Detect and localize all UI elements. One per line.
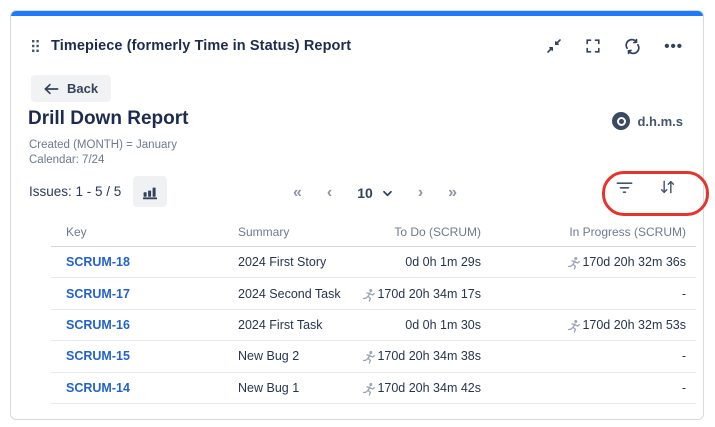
running-icon — [361, 288, 375, 302]
issue-key-link[interactable]: SCRUM-15 — [66, 349, 130, 363]
duration-format-indicator: d.h.m.s — [612, 112, 683, 130]
inprogress-duration: - — [682, 349, 686, 363]
chevron-down-icon — [382, 190, 393, 197]
table-row: SCRUM-17 2024 Second Task 170d 20h 34m 1… — [51, 278, 696, 309]
table-row: SCRUM-14 New Bug 1 170d 20h 34m 42s - — [51, 373, 696, 404]
page-size-select[interactable]: 10 — [351, 183, 399, 203]
table-row: SCRUM-18 2024 First Story 0d 0h 1m 29s 1… — [51, 247, 696, 278]
report-filter-line: Created (MONTH) = January — [29, 139, 177, 151]
more-options-button[interactable]: ••• — [664, 39, 683, 54]
page-title: Drill Down Report — [28, 108, 188, 130]
report-calendar-line: Calendar: 7/24 — [29, 154, 104, 166]
back-button-label: Back — [67, 81, 98, 96]
chart-view-button[interactable] — [133, 176, 167, 207]
running-icon — [566, 256, 580, 270]
drag-handle-icon[interactable] — [31, 39, 40, 53]
inprogress-duration: 170d 20h 32m 36s — [582, 255, 686, 269]
column-header-todo[interactable]: To Do (SCRUM) — [351, 225, 481, 239]
table-controls-row: Issues: 1 - 5 / 5 « ‹ 10 — [11, 174, 703, 212]
table-row: SCRUM-15 New Bug 2 170d 20h 34m 38s - — [51, 341, 696, 372]
refresh-icon — [624, 38, 641, 55]
running-icon — [361, 382, 375, 396]
filter-button[interactable] — [615, 178, 634, 196]
running-icon — [566, 319, 580, 333]
running-icon — [361, 350, 375, 364]
pagination-prev-button[interactable]: ‹ — [321, 182, 338, 204]
fullscreen-button[interactable] — [585, 38, 601, 54]
pagination: « ‹ 10 › » — [287, 174, 463, 212]
pagination-first-button[interactable]: « — [287, 182, 308, 204]
gadget-accent-bar — [11, 11, 703, 16]
issue-key-link[interactable]: SCRUM-16 — [66, 318, 130, 332]
issue-summary: New Bug 1 — [238, 381, 351, 395]
eye-icon — [612, 112, 630, 130]
column-header-inprogress[interactable]: In Progress (SCRUM) — [481, 225, 696, 239]
issue-summary: 2024 First Story — [238, 255, 351, 269]
pagination-last-button[interactable]: » — [442, 182, 463, 204]
table-row: SCRUM-16 2024 First Task 0d 0h 1m 30s 17… — [51, 310, 696, 341]
refresh-button[interactable] — [624, 38, 641, 55]
collapse-button[interactable] — [546, 38, 562, 54]
gadget-header: Timepiece (formerly Time in Status) Repo… — [31, 34, 683, 58]
todo-duration: 0d 0h 1m 29s — [405, 255, 481, 269]
sort-icon — [658, 178, 677, 196]
arrow-left-icon — [44, 83, 59, 95]
issue-key-link[interactable]: SCRUM-18 — [66, 255, 130, 269]
inprogress-duration: 170d 20h 32m 53s — [582, 318, 686, 332]
issue-key-link[interactable]: SCRUM-17 — [66, 287, 130, 301]
issue-summary: 2024 First Task — [238, 318, 351, 332]
inprogress-duration: - — [682, 287, 686, 301]
todo-duration: 170d 20h 34m 42s — [377, 381, 481, 395]
pagination-next-button[interactable]: › — [412, 182, 429, 204]
column-header-summary[interactable]: Summary — [238, 225, 351, 239]
page-size-value: 10 — [357, 185, 373, 201]
back-button[interactable]: Back — [31, 75, 111, 102]
gadget-header-actions: ••• — [546, 38, 683, 55]
dashboard-screen: Timepiece (formerly Time in Status) Repo… — [0, 0, 715, 427]
gadget-card: Timepiece (formerly Time in Status) Repo… — [10, 10, 704, 420]
drag-dots-icon — [31, 39, 40, 53]
sort-button[interactable] — [658, 178, 677, 196]
issues-count-label: Issues: 1 - 5 / 5 — [29, 184, 121, 199]
issues-table: Key Summary To Do (SCRUM) In Progress (S… — [51, 217, 696, 404]
column-header-key[interactable]: Key — [51, 225, 238, 239]
todo-duration: 170d 20h 34m 17s — [377, 287, 481, 301]
collapse-icon — [546, 38, 562, 54]
more-icon: ••• — [664, 39, 683, 54]
filter-icon — [615, 178, 634, 196]
issue-summary: 2024 Second Task — [238, 287, 351, 301]
todo-duration: 170d 20h 34m 38s — [377, 349, 481, 363]
table-header-row: Key Summary To Do (SCRUM) In Progress (S… — [51, 217, 696, 247]
fullscreen-icon — [585, 38, 601, 54]
issue-key-link[interactable]: SCRUM-14 — [66, 381, 130, 395]
issue-summary: New Bug 2 — [238, 349, 351, 363]
inprogress-duration: - — [682, 381, 686, 395]
duration-format-label: d.h.m.s — [637, 114, 683, 129]
gadget-title: Timepiece (formerly Time in Status) Repo… — [51, 38, 351, 54]
table-tools — [615, 178, 677, 196]
todo-duration: 0d 0h 1m 30s — [405, 318, 481, 332]
bar-chart-icon — [141, 184, 159, 200]
